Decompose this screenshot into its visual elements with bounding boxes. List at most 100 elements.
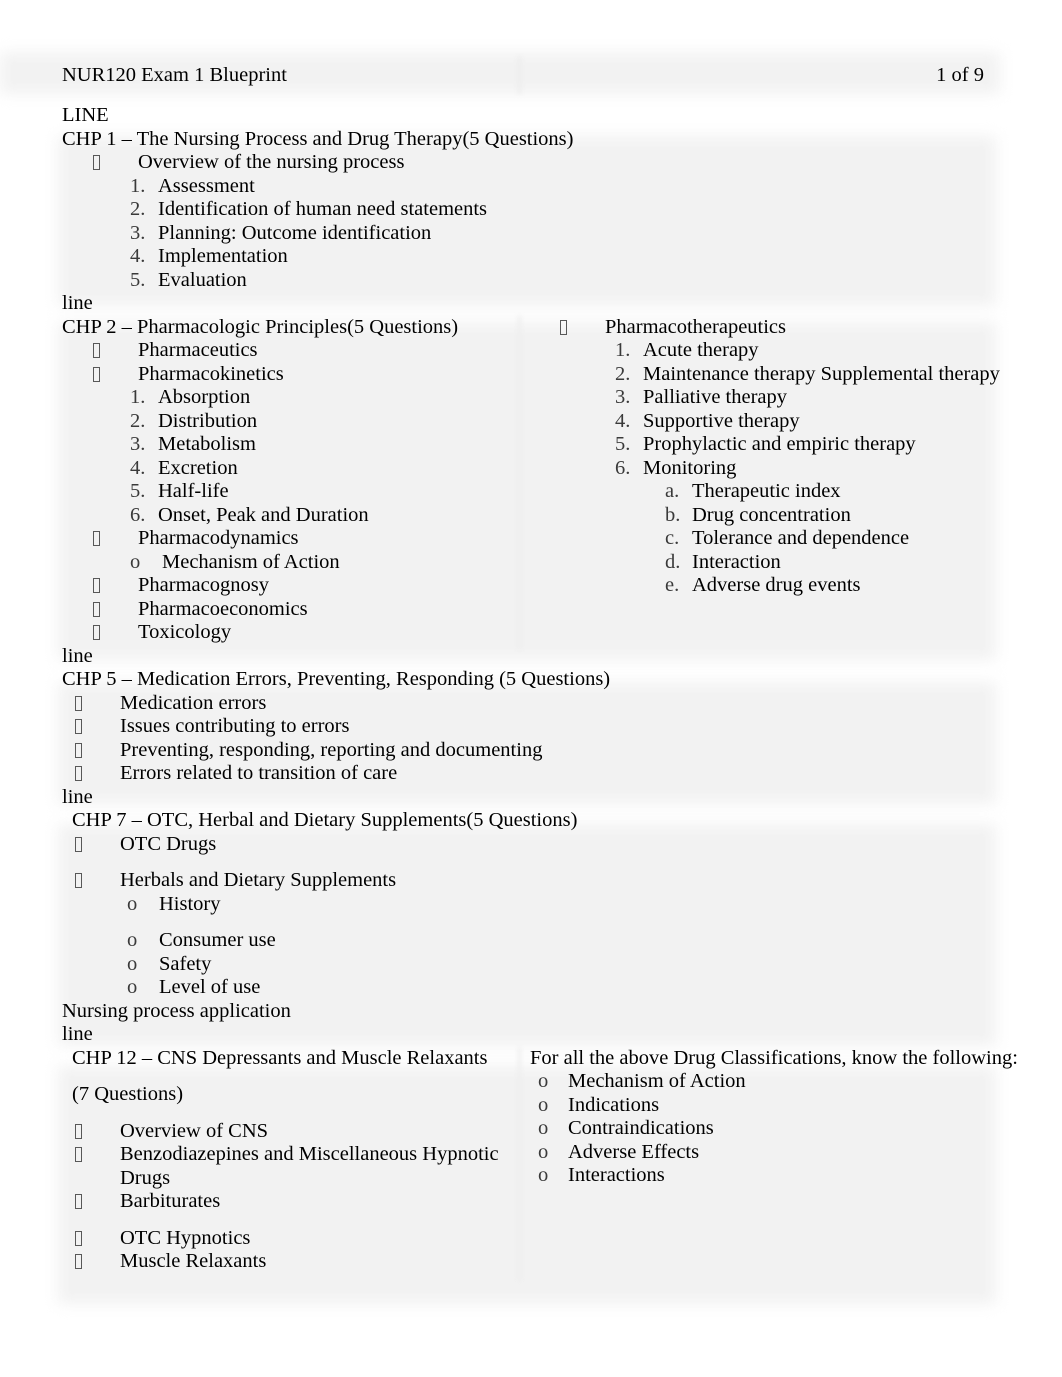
list-item-label: Indications	[568, 1093, 660, 1116]
section-chp1: CHP 1 – The Nursing Process and Drug The…	[0, 128, 1062, 293]
list-item: Pharmacokinetics	[0, 363, 518, 387]
section-chp2: CHP 2 – Pharmacologic Principles(5 Quest…	[0, 315, 1062, 650]
tofu-bullet-icon	[75, 739, 120, 763]
list-item: OTC Hypnotics	[0, 1227, 518, 1251]
list-marker: a.	[665, 480, 680, 502]
list-item-label: Pharmacokinetics	[138, 362, 284, 385]
list-item-label: Errors related to transition of care	[120, 762, 398, 784]
tofu-bullet-icon	[75, 1250, 120, 1274]
list-marker: o	[538, 1140, 549, 1163]
tofu-bullet-icon	[93, 621, 138, 645]
list-item: 2. Maintenance therapy Supplemental ther…	[518, 363, 1045, 387]
list-item-label: Onset, Peak and Duration	[158, 503, 369, 526]
list-marker: 6.	[130, 503, 146, 526]
list-marker: 1.	[130, 174, 146, 197]
list-item-label: Overview of the nursing process	[138, 151, 405, 173]
separator-line-2: line	[62, 644, 93, 667]
list-item: o Adverse Effects	[518, 1141, 1062, 1165]
section-chp12-title-line2: (7 Questions)	[72, 1083, 184, 1105]
list-item: o Consumer use	[0, 929, 1062, 953]
list-item-label: Pharmacodynamics	[138, 527, 299, 549]
document-page: NUR120 Exam 1 Blueprint 1 of 9 LINE CHP …	[0, 0, 1062, 1377]
list-item-label: Overview of CNS	[120, 1119, 269, 1142]
list-item-label: Pharmacoeconomics	[138, 597, 308, 620]
section-chp7: CHP 7 – OTC, Herbal and Dietary Suppleme…	[0, 809, 1062, 1023]
list-item-label: Monitoring	[643, 456, 737, 479]
list-item: Issues contributing to errors	[0, 715, 1062, 739]
list-marker: 3.	[615, 386, 631, 408]
list-item: 2. Identification of human need statemen…	[0, 198, 1062, 222]
list-item: o Level of use	[0, 976, 1062, 1000]
list-item: Pharmacognosy	[0, 574, 518, 598]
list-item: Overview of the nursing process	[0, 151, 1062, 175]
list-item-label: Distribution	[158, 409, 258, 432]
list-marker: o	[130, 550, 141, 573]
section-chp2-left-column: CHP 2 – Pharmacologic Principles(5 Quest…	[0, 316, 518, 645]
separator-line-1: line	[62, 292, 93, 314]
list-item: a. Therapeutic index	[518, 480, 1062, 504]
list-marker: o	[538, 1117, 549, 1139]
list-item: 5. Evaluation	[0, 269, 1062, 293]
tofu-bullet-icon	[93, 363, 138, 387]
list-item-label: Benzodiazepines and Miscellaneous Hypnot…	[120, 1143, 499, 1189]
list-item: e. Adverse drug events	[518, 574, 1062, 598]
list-item-label: Palliative therapy	[643, 386, 788, 408]
list-item: OTC Drugs	[0, 833, 1062, 857]
list-item: Medication errors	[0, 692, 1062, 716]
list-item-label: Tolerance and dependence	[692, 527, 910, 549]
list-item-label: Acute therapy	[643, 339, 759, 361]
section-chp1-title: CHP 1 – The Nursing Process and Drug The…	[62, 127, 574, 150]
list-item: 4. Excretion	[0, 457, 518, 481]
list-item: o Contraindications	[518, 1117, 1062, 1141]
list-item-label: Interaction	[692, 550, 781, 573]
document-body: LINE CHP 1 – The Nursing Process and Dru…	[0, 104, 1062, 1281]
section-chp12-left-column: CHP 12 – CNS Depressants and Muscle Rela…	[0, 1047, 518, 1274]
tofu-bullet-icon	[75, 1227, 120, 1251]
section-chp5-title: CHP 5 – Medication Errors, Preventing, R…	[62, 668, 611, 690]
list-item: 2. Distribution	[0, 410, 518, 434]
page-title: NUR120 Exam 1 Blueprint	[62, 64, 287, 87]
section-chp12-right-heading: For all the above Drug Classifications, …	[530, 1046, 1018, 1069]
list-item-label: Consumer use	[159, 929, 276, 951]
tofu-bullet-icon	[75, 1143, 120, 1167]
list-item-label: Pharmacognosy	[138, 574, 269, 596]
list-marker: o	[127, 976, 138, 998]
list-item-label: Contraindications	[568, 1117, 714, 1139]
list-item: Preventing, responding, reporting and do…	[0, 739, 1062, 763]
separator-line-upper: LINE	[62, 104, 109, 126]
tofu-bullet-icon	[93, 339, 138, 363]
list-marker: 5.	[130, 268, 146, 291]
list-item: Errors related to transition of care	[0, 762, 1062, 786]
list-item: 6. Monitoring	[518, 457, 1062, 481]
list-marker: 1.	[615, 339, 631, 361]
page-indicator: 1 of 9	[936, 64, 984, 87]
list-item-label: Interactions	[568, 1164, 665, 1186]
tofu-bullet-icon	[75, 692, 120, 716]
section-chp7-title: CHP 7 – OTC, Herbal and Dietary Suppleme…	[72, 809, 578, 831]
list-item: Toxicology	[0, 621, 518, 645]
tofu-bullet-icon	[75, 833, 120, 857]
list-item: o Mechanism of Action	[0, 551, 518, 575]
list-item-label: Evaluation	[158, 268, 247, 291]
list-item: o Indications	[518, 1094, 1062, 1118]
tofu-bullet-icon	[93, 574, 138, 598]
list-marker: c.	[665, 527, 680, 549]
list-item-label: Safety	[159, 952, 212, 975]
list-item-label: OTC Hypnotics	[120, 1226, 251, 1249]
list-item-label: Implementation	[158, 245, 288, 267]
list-marker: d.	[665, 550, 681, 573]
list-marker: e.	[665, 574, 680, 596]
tofu-bullet-icon	[75, 762, 120, 786]
list-item: b. Drug concentration	[518, 504, 1062, 528]
list-item-label: Excretion	[158, 456, 238, 479]
list-item: d. Interaction	[518, 551, 1062, 575]
section-chp5: CHP 5 – Medication Errors, Preventing, R…	[0, 668, 1062, 786]
list-marker: 5.	[130, 480, 146, 502]
tofu-bullet-icon	[93, 151, 138, 175]
list-item-label: Barbiturates	[120, 1190, 221, 1212]
list-marker: 3.	[130, 433, 146, 455]
list-marker: 4.	[130, 245, 146, 267]
list-marker: o	[127, 892, 138, 915]
list-item-label: Herbals and Dietary Supplements	[120, 869, 397, 891]
